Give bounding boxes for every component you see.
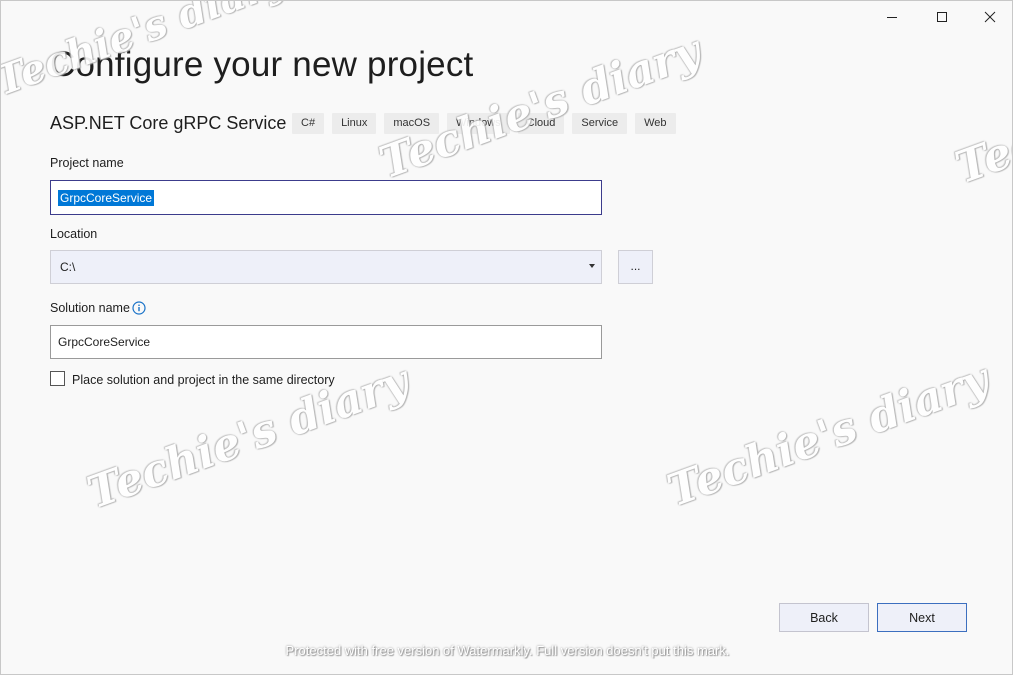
solution-name-input[interactable]: GrpcCoreService (50, 325, 602, 359)
maximize-icon (937, 12, 947, 22)
close-icon (984, 11, 996, 23)
info-icon[interactable] (132, 301, 146, 315)
project-name-label: Project name (50, 156, 124, 170)
tag-cloud: Cloud (517, 113, 565, 134)
template-name: ASP.NET Core gRPC Service (50, 113, 287, 133)
same-directory-label[interactable]: Place solution and project in the same d… (72, 373, 335, 387)
tag-csharp: C# (292, 113, 325, 134)
close-button[interactable] (967, 1, 1012, 33)
browse-button[interactable]: ... (618, 250, 653, 284)
solution-name-value: GrpcCoreService (58, 335, 151, 349)
project-name-value: GrpcCoreService (58, 189, 155, 206)
solution-name-label: Solution name (50, 301, 130, 315)
dialog-window: Configure your new project ASP.NET Core … (0, 0, 1013, 675)
same-directory-checkbox[interactable] (50, 371, 65, 386)
watermark-notice: Protected with free version of Watermark… (285, 643, 730, 658)
back-button[interactable]: Back (779, 603, 869, 632)
location-combobox[interactable]: C:\ (50, 250, 602, 284)
watermark-text: Techie's diary (661, 353, 996, 517)
tag-web: Web (635, 113, 676, 134)
maximize-button[interactable] (919, 1, 965, 33)
minimize-icon (887, 17, 897, 18)
next-button[interactable]: Next (877, 603, 967, 632)
tag-windows: Windows (447, 113, 510, 134)
page-title: Configure your new project (50, 45, 474, 84)
chevron-down-icon[interactable] (589, 264, 595, 268)
tag-macos: macOS (384, 113, 440, 134)
location-value: C:\ (60, 260, 76, 274)
location-label: Location (50, 227, 98, 241)
tag-service: Service (572, 113, 628, 134)
template-tags: C# Linux macOS Windows Cloud Service Web (292, 113, 676, 134)
minimize-button[interactable] (869, 1, 915, 33)
project-name-input[interactable]: GrpcCoreService (50, 180, 602, 215)
watermark-text: Techie's diary (949, 31, 1013, 194)
tag-linux: Linux (332, 113, 377, 134)
